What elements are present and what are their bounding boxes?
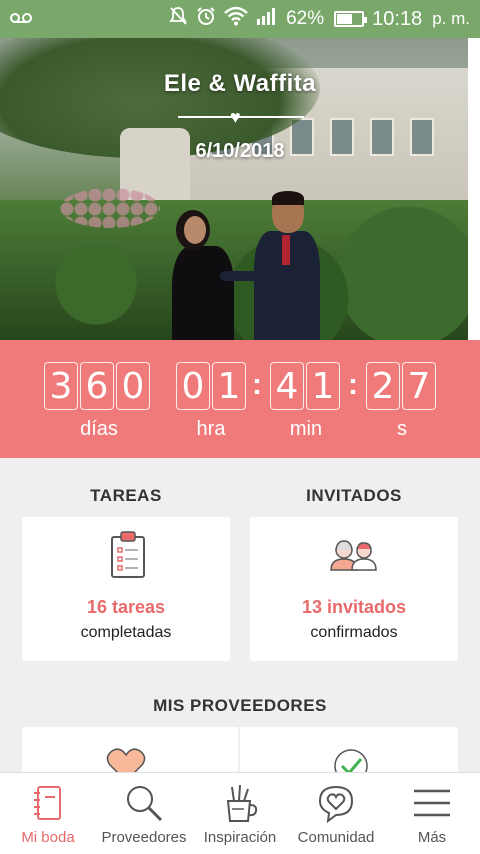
countdown-banner: 3 6 0 0 1 : 4 1 : 2 7 días hra min s	[0, 340, 480, 458]
tasks-title: TAREAS	[90, 486, 162, 505]
nav-comunidad[interactable]: Comunidad	[288, 773, 384, 854]
countdown-digit: 2	[366, 362, 400, 410]
tasks-card[interactable]: 16 tareas completadas	[22, 517, 230, 661]
scrollbar[interactable]	[468, 38, 480, 340]
guests-sub: confirmados	[310, 624, 398, 641]
nav-label: Más	[417, 829, 447, 846]
chat-heart-icon	[318, 785, 354, 823]
nav-label: Proveedores	[101, 829, 187, 846]
mute-icon	[168, 6, 188, 32]
nav-inspiracion[interactable]: Inspiración	[192, 773, 288, 854]
guests-icon	[330, 540, 377, 571]
voicemail-icon	[10, 8, 32, 30]
couple-names: Ele & Waffita	[163, 70, 317, 97]
nav-label: Comunidad	[297, 829, 375, 846]
countdown-separator: :	[252, 368, 262, 401]
bottom-navigation: Mi boda Proveedores Inspiración Comunida…	[0, 772, 480, 854]
countdown-separator: :	[348, 368, 358, 401]
guests-count: 13 invitados	[301, 597, 407, 617]
battery-percent: 62%	[286, 8, 325, 29]
nav-proveedores[interactable]: Proveedores	[96, 773, 192, 854]
photo-groom	[250, 191, 320, 340]
nav-label: Inspiración	[203, 829, 277, 846]
countdown-digit: 0	[176, 362, 210, 410]
countdown-digit: 0	[116, 362, 150, 410]
wedding-date: 6/10/2018	[195, 140, 285, 162]
signal-icon	[256, 6, 278, 32]
nav-label: Mi boda	[21, 829, 75, 846]
countdown-hours: 0 1	[176, 362, 246, 410]
countdown-days: 3 6 0	[44, 362, 150, 410]
battery-icon	[334, 11, 368, 27]
tasks-sub: completadas	[80, 624, 172, 641]
countdown-minutes: 4 1	[270, 362, 340, 410]
alarm-icon	[196, 6, 216, 32]
countdown-digit: 6	[80, 362, 114, 410]
menu-icon	[414, 789, 450, 817]
countdown-label-seconds: s	[397, 418, 407, 440]
countdown-seconds: 2 7	[366, 362, 436, 410]
status-ampm: p. m.	[432, 9, 470, 28]
countdown-label-hours: hra	[196, 418, 226, 440]
notebook-icon	[34, 786, 61, 820]
vendors-title: MIS PROVEEDORES	[153, 696, 327, 715]
wifi-icon	[224, 6, 248, 32]
pencil-cup-icon	[226, 784, 258, 822]
heart-divider-icon: ♥	[230, 107, 241, 127]
countdown-label-days: días	[80, 418, 118, 440]
search-icon	[127, 786, 163, 822]
countdown-label-minutes: min	[289, 418, 323, 440]
countdown-digit: 4	[270, 362, 304, 410]
status-time: 10:18	[372, 7, 423, 30]
status-bar: 62% 10:18 p. m.	[0, 0, 480, 38]
clipboard-icon	[111, 531, 145, 578]
photo-flowers	[60, 188, 160, 228]
guests-card[interactable]: 13 invitados confirmados	[250, 517, 458, 661]
countdown-digit: 1	[306, 362, 340, 410]
title-divider	[178, 116, 304, 118]
nav-mi-boda[interactable]: Mi boda	[0, 773, 96, 854]
countdown-digit: 1	[212, 362, 246, 410]
nav-mas[interactable]: Más	[384, 773, 480, 854]
countdown-digit: 7	[402, 362, 436, 410]
tasks-count: 16 tareas	[86, 597, 166, 617]
guests-title: INVITADOS	[306, 486, 402, 505]
countdown-digit: 3	[44, 362, 78, 410]
